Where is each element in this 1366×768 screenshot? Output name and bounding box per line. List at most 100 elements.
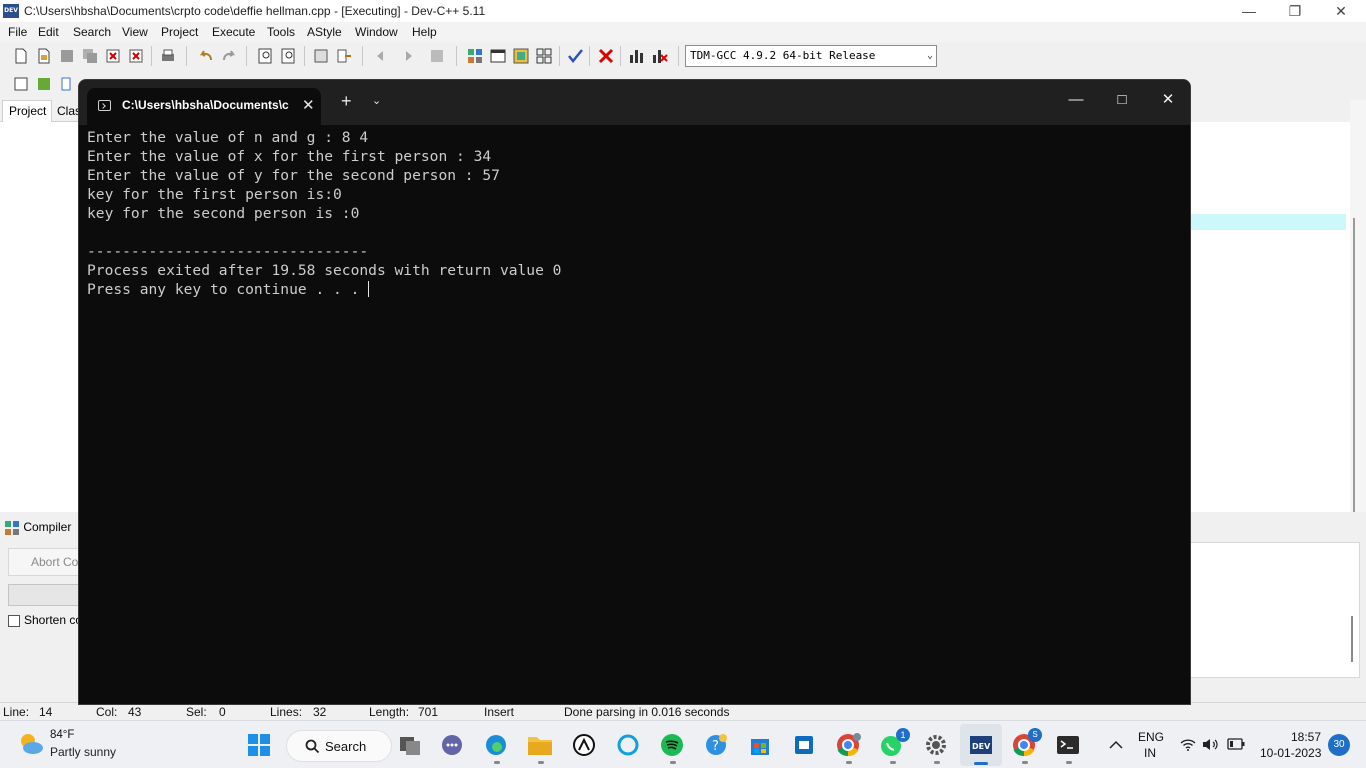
profile-icon[interactable] [628,47,646,65]
save-all-icon[interactable] [81,47,99,65]
close-file-icon[interactable] [104,47,122,65]
compiler-output-area[interactable] [1190,542,1360,678]
compile-run-icon[interactable] [512,47,530,65]
toggle-icon[interactable] [35,75,53,93]
text-cursor [368,281,370,297]
new-file-icon[interactable] [12,47,30,65]
taskbar-search[interactable]: Search [286,730,392,762]
indent-icon[interactable] [312,47,330,65]
file-explorer-icon[interactable] [524,729,556,761]
tab-project[interactable]: Project [2,100,52,122]
settings-gear-icon[interactable] [920,729,952,761]
weather-condition[interactable]: Partly sunny [50,745,116,759]
terminal-icon[interactable] [1052,729,1084,761]
replace-icon[interactable] [280,47,298,65]
syntax-check-icon[interactable] [566,47,584,65]
new-tab-icon[interactable]: + [341,92,352,110]
editor-area[interactable] [1190,122,1350,512]
compiler-select[interactable]: TDM-GCC 4.9.2 64-bit Release ⌄ [685,45,937,67]
github-icon[interactable] [568,729,600,761]
menu-help[interactable]: Help [412,25,437,39]
menu-bar: File Edit Search View Project Execute To… [0,22,1366,42]
edge-browser-icon[interactable] [480,729,512,761]
toolbar-separator [678,46,679,66]
spotify-icon[interactable] [656,729,688,761]
clock-time[interactable]: 18:57 [1291,730,1321,744]
menu-project[interactable]: Project [161,25,198,39]
delete-profile-icon[interactable] [651,47,669,65]
battery-icon[interactable] [1227,738,1245,750]
whatsapp-icon[interactable]: 1 [876,728,910,761]
devcpp-taskbar-button[interactable]: DEV [960,724,1002,766]
undo-icon[interactable] [197,47,215,65]
print-icon[interactable] [159,47,177,65]
terminal-close-button[interactable]: ✕ [1145,88,1190,112]
toolbar-separator [456,46,457,66]
alexa-icon[interactable] [612,729,644,761]
start-button[interactable] [243,729,275,761]
devcpp-minimize-button[interactable]: — [1226,0,1272,22]
outlook-icon[interactable] [788,729,820,761]
menu-edit[interactable]: Edit [38,25,59,39]
clock-date[interactable]: 10-01-2023 [1260,746,1321,760]
compiler-select-value: TDM-GCC 4.9.2 64-bit Release [690,49,876,62]
stop-execution-icon[interactable] [597,47,615,65]
partly-sunny-icon[interactable] [18,731,44,757]
terminal-output[interactable]: Enter the value of n and g : 8 4 Enter t… [87,129,1182,704]
back-icon[interactable] [374,47,392,65]
save-icon[interactable] [58,47,76,65]
status-line-label: Line: [3,705,30,719]
shorten-paths-option[interactable]: Shorten co [8,613,82,627]
redo-icon[interactable] [220,47,238,65]
insert-icon[interactable] [12,75,30,93]
goto-line-icon[interactable] [335,47,353,65]
editor-scrollbar[interactable] [1350,100,1366,598]
compile-icon[interactable] [466,47,484,65]
rebuild-all-icon[interactable] [535,47,553,65]
menu-execute[interactable]: Execute [212,25,255,39]
svg-text:DEV: DEV [972,742,991,751]
chevron-up-icon[interactable] [1100,729,1132,761]
chevron-down-icon[interactable]: ⌄ [372,94,381,107]
menu-file[interactable]: File [8,25,27,39]
open-file-icon[interactable] [35,47,53,65]
microsoft-store-icon[interactable] [744,729,776,761]
forward-icon[interactable] [397,47,415,65]
close-all-icon[interactable] [127,47,145,65]
menu-search[interactable]: Search [73,25,111,39]
notification-badge[interactable]: 30 [1328,734,1350,756]
volume-icon[interactable] [1202,738,1218,751]
terminal-maximize-button[interactable]: □ [1099,88,1145,112]
chrome-icon[interactable] [832,729,864,761]
tab-classes[interactable]: Clas [54,102,81,118]
toggle-bookmark-icon[interactable] [428,47,446,65]
input-region[interactable]: IN [1144,746,1156,760]
menu-astyle[interactable]: AStyle [307,25,342,39]
abort-compilation-button[interactable]: Abort Co [8,548,88,576]
tab-compiler[interactable]: Compiler [4,520,71,540]
windows-logo-icon [248,734,270,756]
devcpp-close-button[interactable]: ✕ [1318,0,1364,22]
weather-temperature[interactable]: 84°F [50,729,74,741]
close-tab-icon[interactable]: ✕ [302,96,315,114]
help-icon[interactable]: ? [700,729,732,761]
terminal-minimize-button[interactable]: — [1053,88,1099,112]
whatsapp-badge: 1 [896,728,910,742]
find-icon[interactable] [257,47,275,65]
shorten-paths-checkbox[interactable] [8,614,20,627]
menu-tools[interactable]: Tools [267,25,295,39]
terminal-tab[interactable]: C:\Users\hbsha\Documents\c ✕ [87,88,321,125]
devcpp-restore-button[interactable]: ❐ [1272,0,1318,22]
chrome-profile-icon[interactable]: S [1008,728,1042,761]
teams-chat-icon[interactable] [436,729,468,761]
input-language[interactable]: ENG [1138,730,1164,744]
status-length-value: 701 [418,705,439,719]
run-icon[interactable] [489,47,507,65]
terminal-line: Enter the value of x for the first perso… [87,148,492,165]
menu-window[interactable]: Window [355,25,398,39]
task-view-icon[interactable] [394,729,426,761]
menu-view[interactable]: View [122,25,148,39]
output-scrollbar-thumb[interactable] [1351,616,1353,662]
wifi-icon[interactable] [1180,738,1196,751]
goto-icon[interactable] [58,75,76,93]
